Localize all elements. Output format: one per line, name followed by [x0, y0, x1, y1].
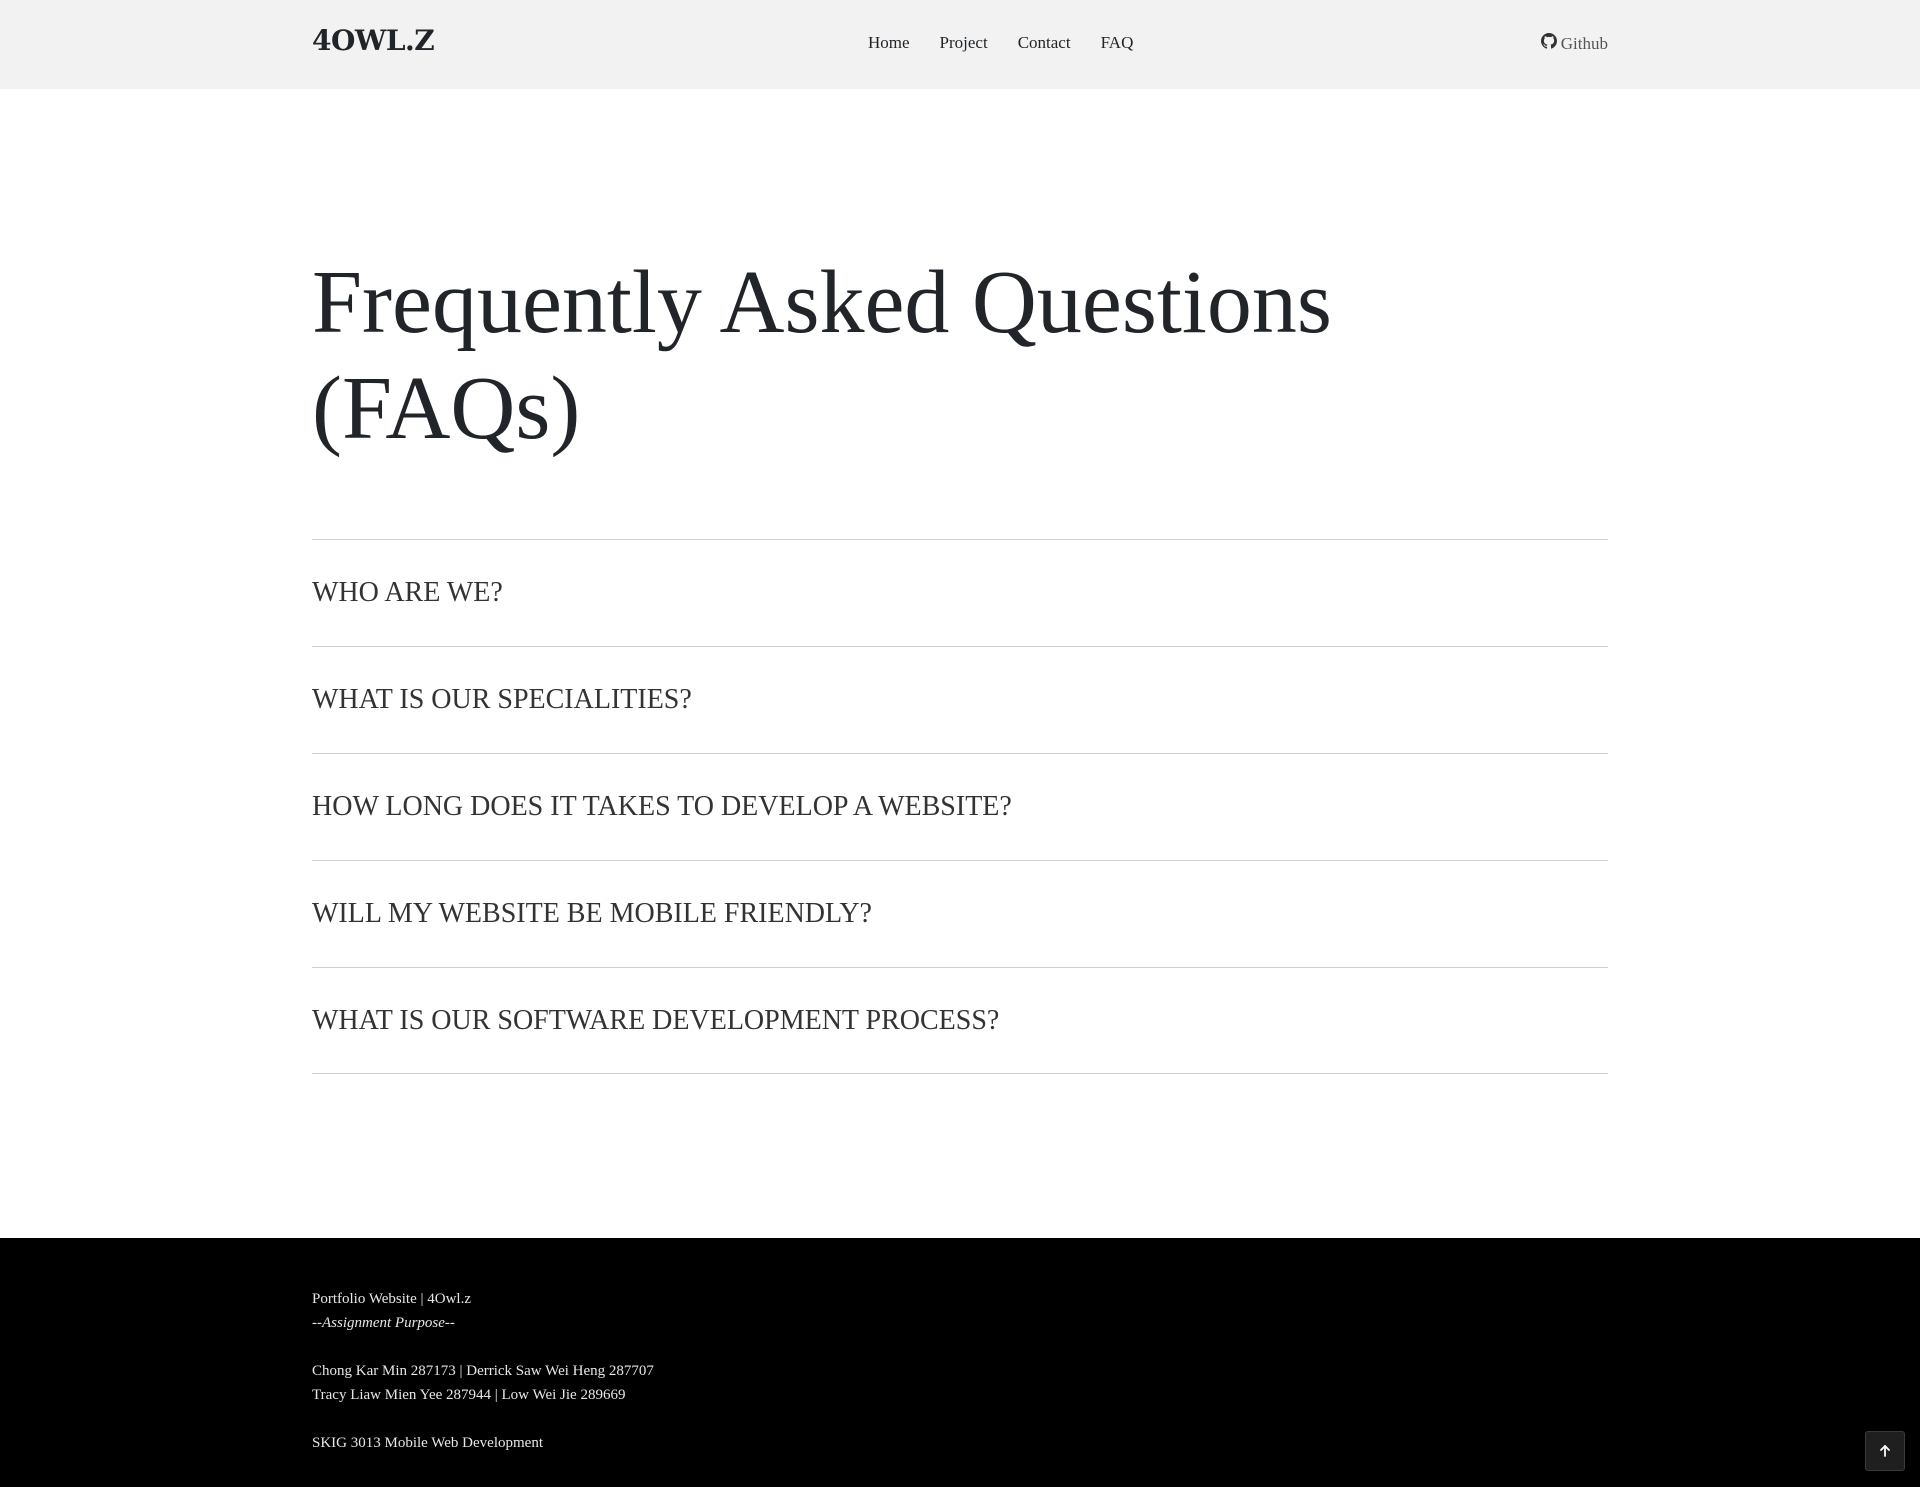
faq-item-development-time[interactable]: HOW LONG DOES IT TAKES TO DEVELOP A WEBS… — [312, 753, 1608, 860]
faq-item-development-process[interactable]: WHAT IS OUR SOFTWARE DEVELOPMENT PROCESS… — [312, 967, 1608, 1074]
navbar: 4OWL.Z Home Project Contact FAQ Github — [0, 0, 1920, 89]
footer-site-name: Portfolio Website | 4Owl.z — [312, 1291, 472, 1307]
page-title-line-2: (FAQs) — [312, 359, 581, 458]
footer-members-1: Chong Kar Min 287173 | Derrick Saw Wei H… — [312, 1363, 654, 1379]
page-title-line-1: Frequently Asked Questions — [312, 253, 1332, 352]
nav-link-faq[interactable]: FAQ — [1101, 33, 1134, 53]
brand-logo[interactable]: 4OWL.Z — [312, 24, 435, 57]
footer-purpose: --Assignment Purpose-- — [312, 1315, 455, 1331]
nav-link-contact[interactable]: Contact — [1018, 33, 1071, 53]
footer-course: SKIG 3013 Mobile Web Development — [312, 1435, 543, 1451]
nav-link-project[interactable]: Project — [940, 33, 988, 53]
back-to-top-button[interactable] — [1865, 1431, 1905, 1471]
github-label: Github — [1560, 33, 1608, 53]
page-title: Frequently Asked Questions (FAQs) — [312, 250, 1612, 462]
nav-links: Home Project Contact FAQ — [868, 33, 1163, 53]
faq-item-specialities[interactable]: WHAT IS OUR SPECIALITIES? — [312, 646, 1608, 753]
github-link[interactable]: Github — [1540, 33, 1608, 54]
footer-members-2: Tracy Liaw Mien Yee 287944 | Low Wei Jie… — [312, 1387, 626, 1403]
faq-item-who-are-we[interactable]: WHO ARE WE? — [312, 539, 1608, 646]
footer: Portfolio Website | 4Owl.z --Assignment … — [0, 1238, 1920, 1487]
github-icon — [1540, 33, 1557, 54]
faq-item-mobile-friendly[interactable]: WILL MY WEBSITE BE MOBILE FRIENDLY? — [312, 860, 1608, 967]
faq-accordion: WHO ARE WE? WHAT IS OUR SPECIALITIES? HO… — [312, 539, 1608, 1074]
nav-link-home[interactable]: Home — [868, 33, 910, 53]
arrow-up-icon — [1878, 1444, 1892, 1458]
